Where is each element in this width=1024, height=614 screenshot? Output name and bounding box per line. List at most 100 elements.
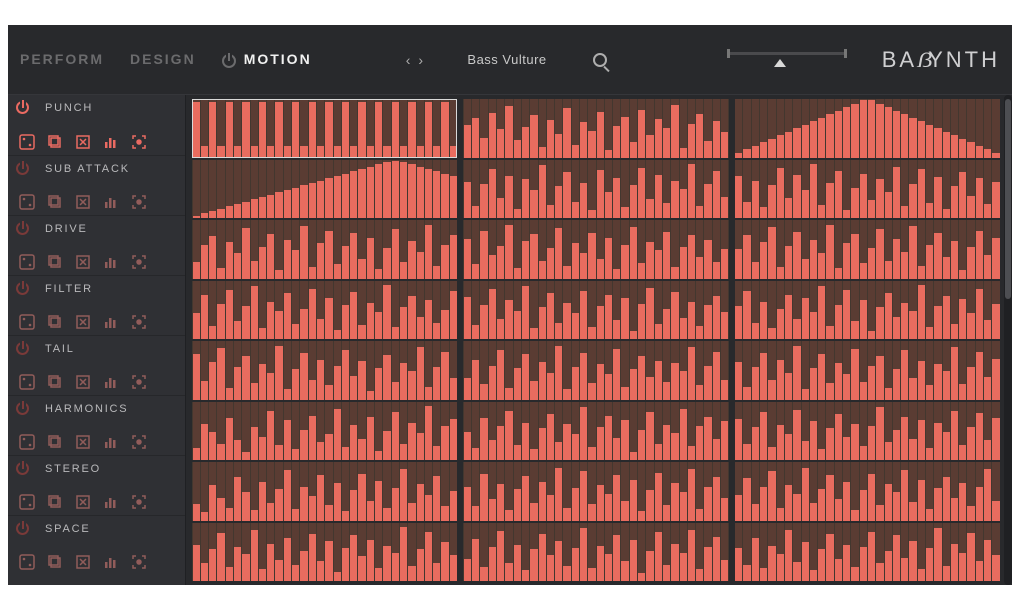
seq-block[interactable]	[192, 99, 457, 158]
seq-block[interactable]	[463, 220, 728, 279]
scrollbar[interactable]	[1004, 95, 1012, 585]
copy-button[interactable]	[46, 193, 64, 211]
target-button[interactable]	[130, 133, 148, 151]
power-icon[interactable]	[16, 162, 29, 175]
bars-button[interactable]	[102, 253, 120, 271]
power-icon[interactable]	[16, 462, 29, 475]
power-icon[interactable]	[16, 522, 29, 535]
random-button[interactable]	[18, 553, 36, 571]
param-label: HARMONICS	[45, 403, 128, 415]
seq-block[interactable]	[735, 462, 1000, 521]
power-icon[interactable]	[16, 101, 29, 114]
random-button[interactable]	[18, 313, 36, 331]
master-slider[interactable]	[727, 52, 847, 67]
seq-block[interactable]	[463, 160, 728, 219]
preset-name[interactable]: Bass Vulture	[427, 52, 587, 67]
seq-block[interactable]	[735, 160, 1000, 219]
preset-prev-button[interactable]: ‹	[402, 52, 415, 68]
seq-block[interactable]	[463, 281, 728, 340]
copy-button[interactable]	[46, 253, 64, 271]
target-button[interactable]	[130, 373, 148, 391]
target-button[interactable]	[130, 433, 148, 451]
seq-row	[192, 99, 1000, 158]
power-icon[interactable]	[16, 282, 29, 295]
param-row-tail: TAIL	[8, 335, 185, 395]
bars-button[interactable]	[102, 193, 120, 211]
preset-next-button[interactable]: ›	[414, 52, 427, 68]
sequencer-grid	[186, 95, 1000, 585]
copy-button[interactable]	[46, 313, 64, 331]
seq-block[interactable]	[192, 402, 457, 461]
bars-button[interactable]	[102, 553, 120, 571]
clear-button[interactable]	[74, 493, 92, 511]
seq-block[interactable]	[463, 341, 728, 400]
param-row-space: SPACE	[8, 515, 185, 575]
clear-button[interactable]	[74, 373, 92, 391]
seq-row	[192, 160, 1000, 219]
seq-block[interactable]	[735, 220, 1000, 279]
param-row-punch: PUNCH	[8, 95, 185, 155]
bars-button[interactable]	[102, 313, 120, 331]
random-button[interactable]	[18, 133, 36, 151]
power-icon[interactable]	[16, 402, 29, 415]
clear-button[interactable]	[74, 313, 92, 331]
param-label: TAIL	[45, 343, 75, 355]
random-button[interactable]	[18, 253, 36, 271]
scrollbar-thumb[interactable]	[1005, 99, 1011, 299]
seq-block[interactable]	[735, 523, 1000, 582]
target-button[interactable]	[130, 193, 148, 211]
tab-motion[interactable]: MOTION	[222, 51, 312, 67]
search-icon[interactable]	[593, 53, 607, 67]
seq-block[interactable]	[735, 281, 1000, 340]
bars-button[interactable]	[102, 493, 120, 511]
clear-button[interactable]	[74, 133, 92, 151]
seq-block[interactable]	[735, 99, 1000, 158]
seq-block[interactable]	[192, 160, 457, 219]
seq-row	[192, 523, 1000, 582]
seq-block[interactable]	[463, 402, 728, 461]
seq-block[interactable]	[463, 462, 728, 521]
seq-block[interactable]	[463, 523, 728, 582]
param-row-stereo: STEREO	[8, 455, 185, 515]
clear-button[interactable]	[74, 553, 92, 571]
target-button[interactable]	[130, 313, 148, 331]
clear-button[interactable]	[74, 433, 92, 451]
app-window: PERFORM DESIGN MOTION ‹ › Bass Vulture B…	[8, 25, 1012, 585]
copy-button[interactable]	[46, 493, 64, 511]
seq-block[interactable]	[192, 281, 457, 340]
clear-button[interactable]	[74, 253, 92, 271]
seq-block[interactable]	[192, 462, 457, 521]
clear-button[interactable]	[74, 193, 92, 211]
param-row-harmonics: HARMONICS	[8, 395, 185, 455]
seq-block[interactable]	[192, 523, 457, 582]
power-icon[interactable]	[16, 222, 29, 235]
random-button[interactable]	[18, 373, 36, 391]
target-button[interactable]	[130, 253, 148, 271]
seq-block[interactable]	[735, 341, 1000, 400]
tab-design[interactable]: DESIGN	[130, 51, 196, 67]
tab-perform[interactable]: PERFORM	[20, 51, 104, 67]
copy-button[interactable]	[46, 373, 64, 391]
copy-button[interactable]	[46, 433, 64, 451]
target-button[interactable]	[130, 553, 148, 571]
power-icon[interactable]	[16, 342, 29, 355]
target-button[interactable]	[130, 493, 148, 511]
random-button[interactable]	[18, 193, 36, 211]
brand-logo: BAẞYNTH	[882, 47, 1000, 73]
copy-button[interactable]	[46, 553, 64, 571]
seq-block[interactable]	[192, 341, 457, 400]
bars-button[interactable]	[102, 133, 120, 151]
seq-block[interactable]	[192, 220, 457, 279]
power-icon	[222, 54, 236, 68]
preset-browser: ‹ › Bass Vulture	[402, 52, 607, 68]
copy-button[interactable]	[46, 133, 64, 151]
seq-block[interactable]	[735, 402, 1000, 461]
param-row-sub-attack: SUB ATTACK	[8, 155, 185, 215]
seq-block[interactable]	[463, 99, 728, 158]
random-button[interactable]	[18, 433, 36, 451]
bars-button[interactable]	[102, 373, 120, 391]
random-button[interactable]	[18, 493, 36, 511]
seq-row	[192, 462, 1000, 521]
param-label: SPACE	[45, 523, 90, 535]
bars-button[interactable]	[102, 433, 120, 451]
